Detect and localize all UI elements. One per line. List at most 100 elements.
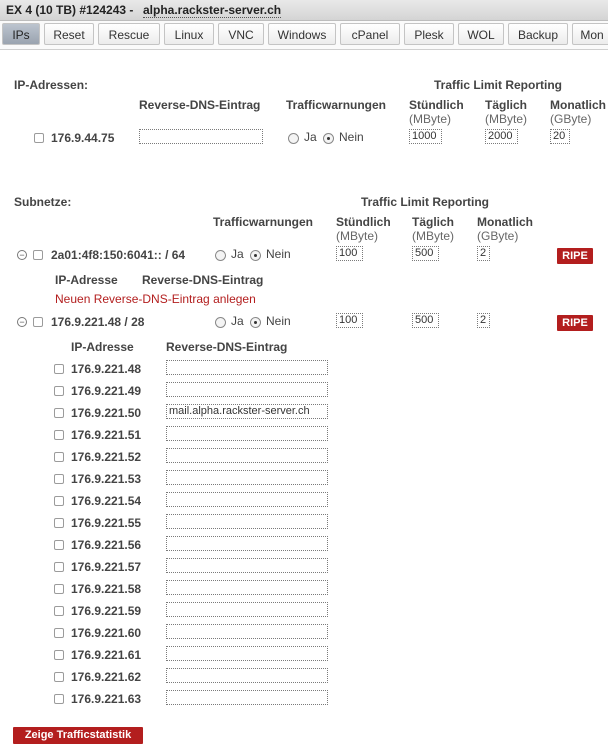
tab-linux[interactable]: Linux: [164, 23, 214, 45]
subnet1-col-ip: IP-Adresse: [55, 273, 118, 287]
ip-row-checkbox[interactable]: [54, 694, 64, 704]
ip-address: 176.9.221.52: [71, 450, 142, 464]
ip-hourly-input[interactable]: 1000: [409, 129, 442, 144]
rdns-input[interactable]: [166, 448, 328, 463]
ip-row-checkbox[interactable]: [54, 562, 64, 572]
ip-row-checkbox[interactable]: [54, 474, 64, 484]
tab-reset[interactable]: Reset: [44, 23, 94, 45]
rdns-input[interactable]: [166, 580, 328, 595]
ip-row-checkbox[interactable]: [54, 606, 64, 616]
ip-row-checkbox[interactable]: [54, 496, 64, 506]
ip-row-checkbox[interactable]: [54, 628, 64, 638]
tab-wol[interactable]: WOL: [458, 23, 504, 45]
subnet1-hourly-input[interactable]: 100: [336, 246, 363, 261]
ip-col-monthly-unit: (GByte): [550, 112, 592, 126]
ip-row-checkbox[interactable]: [54, 518, 64, 528]
subnet-col-monthly: Monatlich: [477, 215, 533, 229]
new-rdns-entry-link[interactable]: Neuen Reverse-DNS-Eintrag anlegen: [55, 292, 256, 306]
tab-ips[interactable]: IPs: [2, 23, 40, 45]
rdns-input[interactable]: [166, 624, 328, 639]
ip-address: 176.9.221.62: [71, 670, 142, 684]
ip-row-checkbox[interactable]: [54, 386, 64, 396]
subnet2-warn-nein-radio[interactable]: [250, 317, 261, 328]
rdns-input[interactable]: [166, 558, 328, 573]
ip-daily-input[interactable]: 2000: [485, 129, 518, 144]
ip-row-checkbox[interactable]: [54, 430, 64, 440]
subnet2-warn-ja-label: Ja: [231, 314, 244, 328]
subnet-traffic-heading: Traffic Limit Reporting: [361, 195, 490, 209]
rdns-input[interactable]: [166, 668, 328, 683]
subnet2-checkbox[interactable]: [33, 317, 43, 327]
window-host: alpha.rackster-server.ch: [143, 3, 282, 18]
window-title: EX 4 (10 TB) #124243 -: [6, 3, 134, 17]
ip-address: 176.9.221.61: [71, 648, 142, 662]
ip-address: 176.9.221.51: [71, 428, 142, 442]
ip-monthly-input[interactable]: 20: [550, 129, 570, 144]
rdns-input[interactable]: [166, 492, 328, 507]
ip-col-hourly: Stündlich: [409, 98, 464, 112]
subnet1-monthly-input[interactable]: 2: [477, 246, 490, 261]
rdns-input[interactable]: [166, 382, 328, 397]
rdns-input[interactable]: [166, 426, 328, 441]
ip-row-checkbox[interactable]: [54, 540, 64, 550]
subnet1-net: 2a01:4f8:150:6041:: / 64: [51, 248, 186, 262]
subnet1-warn-nein-radio[interactable]: [250, 250, 261, 261]
rdns-input[interactable]: [166, 690, 328, 705]
ip-row-checkbox[interactable]: [54, 452, 64, 462]
rdns-input[interactable]: [166, 470, 328, 485]
subnet2-ripe-button[interactable]: RIPE: [557, 315, 593, 331]
rdns-input[interactable]: [166, 514, 328, 529]
ip-warn-nein-radio[interactable]: [323, 133, 334, 144]
rdns-input[interactable]: mail.alpha.rackster-server.ch: [166, 404, 328, 419]
ip-col-hourly-unit: (MByte): [409, 112, 451, 126]
ip-address: 176.9.221.50: [71, 406, 142, 420]
rdns-input[interactable]: [166, 360, 328, 375]
tab-vnc[interactable]: VNC: [218, 23, 264, 45]
subnet-col-monthly-unit: (GByte): [477, 229, 519, 243]
ip-rdns-input[interactable]: [139, 129, 263, 144]
rdns-input[interactable]: [166, 536, 328, 551]
ip-warn-nein-label: Nein: [339, 130, 364, 144]
subnet1-collapse-icon[interactable]: −: [17, 250, 27, 260]
rdns-input[interactable]: [166, 646, 328, 661]
subnet1-warn-ja-label: Ja: [231, 247, 244, 261]
subnet1-checkbox[interactable]: [33, 250, 43, 260]
show-traffic-stats-button[interactable]: Zeige Trafficstatistik: [13, 727, 143, 744]
ip-warn-ja-radio[interactable]: [288, 133, 299, 144]
subnet1-warn-ja-radio[interactable]: [215, 250, 226, 261]
tab-plesk[interactable]: Plesk: [404, 23, 454, 45]
ip-col-warn: Trafficwarnungen: [286, 98, 387, 112]
subnet2-daily-input[interactable]: 500: [412, 313, 439, 328]
tab-monitoring[interactable]: Mon: [572, 23, 608, 45]
ip-col-daily: Täglich: [485, 98, 528, 112]
subnet1-ripe-button[interactable]: RIPE: [557, 248, 593, 264]
subnet2-monthly-input[interactable]: 2: [477, 313, 490, 328]
subnet2-hourly-input[interactable]: 100: [336, 313, 363, 328]
tab-cpanel[interactable]: cPanel: [340, 23, 400, 45]
ip-section-heading: IP-Adressen:: [14, 78, 89, 92]
subnet-col-daily: Täglich: [412, 215, 455, 229]
subnet1-daily-input[interactable]: 500: [412, 246, 439, 261]
window-titlebar: EX 4 (10 TB) #124243 - alpha.rackster-se…: [0, 0, 608, 21]
subnet2-warn-nein-label: Nein: [266, 314, 291, 328]
ip-row-checkbox[interactable]: [54, 672, 64, 682]
tab-windows[interactable]: Windows: [268, 23, 336, 45]
ip-row-checkbox[interactable]: [54, 408, 64, 418]
ip-row-checkbox[interactable]: [54, 650, 64, 660]
ip-address: 176.9.221.58: [71, 582, 142, 596]
ip-col-monthly: Monatlich: [550, 98, 606, 112]
rdns-input[interactable]: [166, 602, 328, 617]
ip-row-checkbox[interactable]: [54, 364, 64, 374]
subnet2-collapse-icon[interactable]: −: [17, 317, 27, 327]
subnet1-warn-nein-label: Nein: [266, 247, 291, 261]
ip-address: 176.9.221.57: [71, 560, 142, 574]
tab-rescue[interactable]: Rescue: [98, 23, 160, 45]
ip-address: 176.9.221.48: [71, 362, 142, 376]
subnet2-warn-ja-radio[interactable]: [215, 317, 226, 328]
ip-row-checkbox[interactable]: [54, 584, 64, 594]
ip-col-rdns: Reverse-DNS-Eintrag: [139, 98, 261, 112]
subnet2-net: 176.9.221.48 / 28: [51, 315, 145, 329]
ip-row-checkbox[interactable]: [34, 133, 44, 143]
ip-warn-ja-label: Ja: [304, 130, 317, 144]
tab-backup[interactable]: Backup: [508, 23, 568, 45]
